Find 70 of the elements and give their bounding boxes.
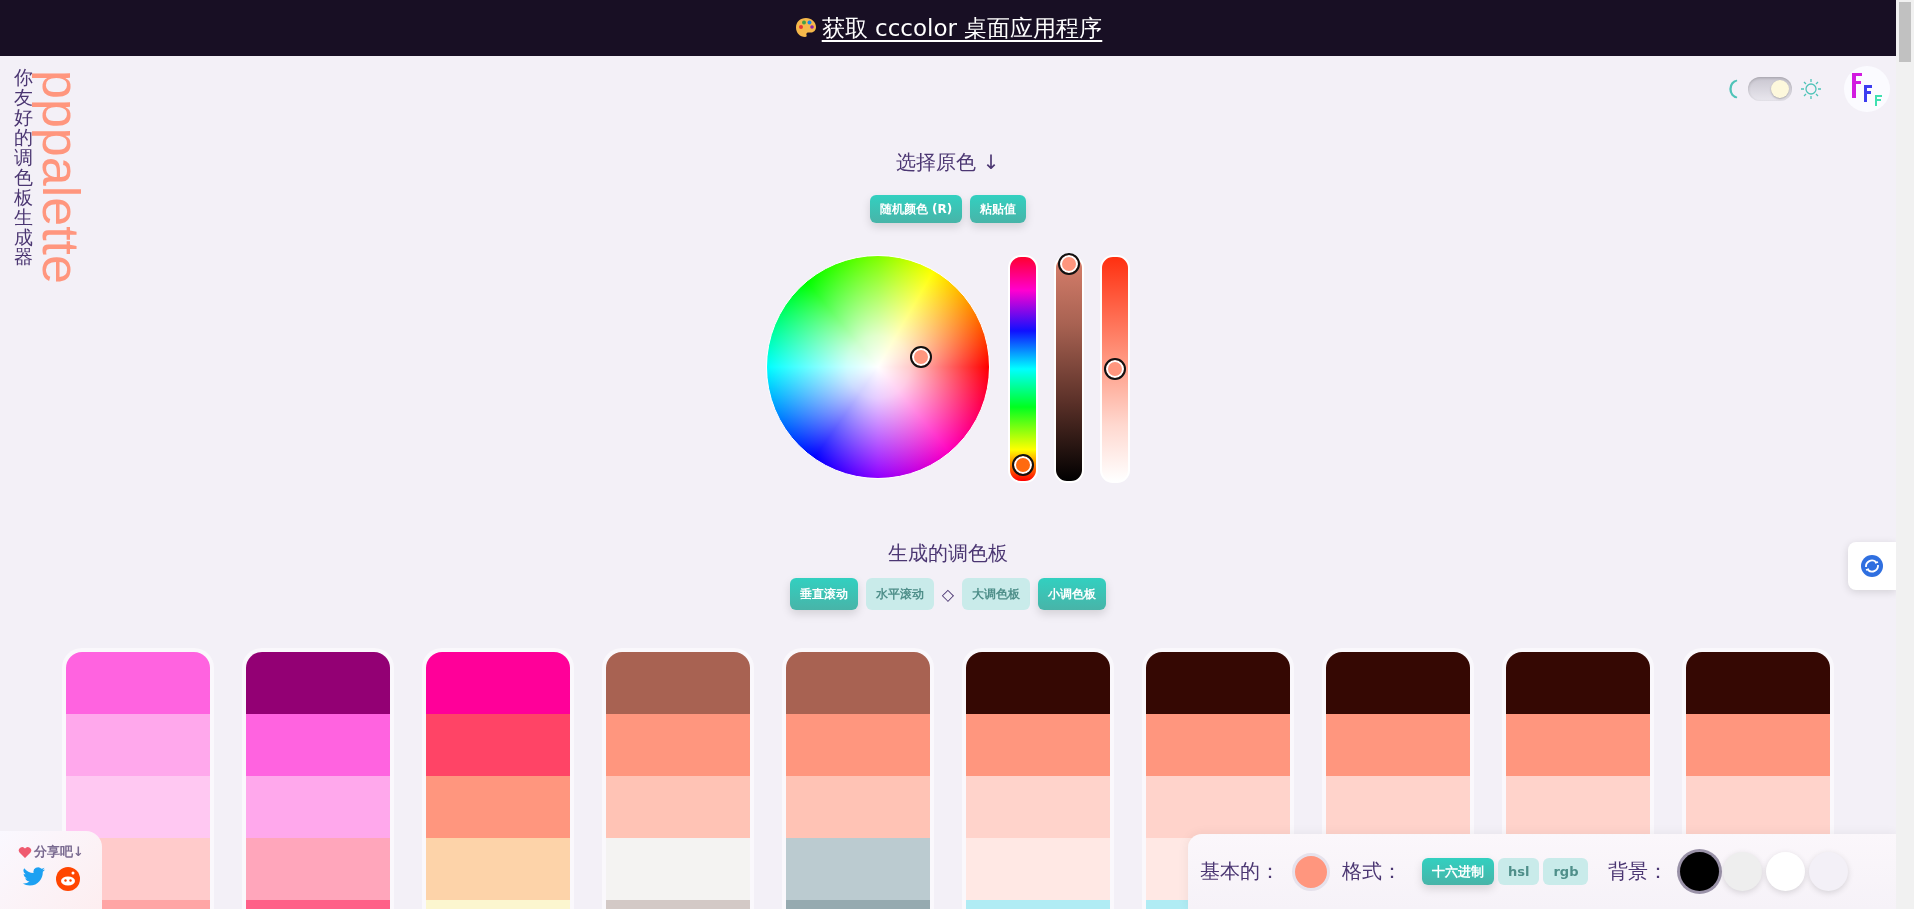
separator: ◇ xyxy=(941,584,955,604)
color-swatch[interactable] xyxy=(966,838,1110,900)
palette-icon xyxy=(793,16,818,40)
color-swatch[interactable] xyxy=(66,714,210,776)
scrollbar[interactable] xyxy=(1896,0,1914,909)
color-swatch[interactable] xyxy=(1686,652,1830,714)
color-swatch[interactable] xyxy=(786,838,930,900)
color-swatch[interactable] xyxy=(1146,652,1290,714)
format-button[interactable]: hsl xyxy=(1498,858,1540,885)
color-swatch[interactable] xyxy=(1506,652,1650,714)
color-swatch[interactable] xyxy=(1146,714,1290,776)
format-label: 格式： xyxy=(1342,858,1402,885)
color-swatch[interactable] xyxy=(606,714,750,776)
color-swatch[interactable] xyxy=(1686,714,1830,776)
theme-toggle[interactable] xyxy=(1748,77,1792,101)
color-swatch[interactable] xyxy=(966,714,1110,776)
color-slider[interactable] xyxy=(1008,255,1038,483)
action-button[interactable]: 随机颜色 (R) xyxy=(869,195,963,223)
palette-heading: 生成的调色板 xyxy=(888,541,1008,565)
color-swatch[interactable] xyxy=(1326,714,1470,776)
alien-head-icon[interactable] xyxy=(56,867,80,891)
color-swatch[interactable] xyxy=(426,776,570,838)
background-label: 背景： xyxy=(1608,858,1669,885)
share-label: 分享吧↓ xyxy=(34,843,84,861)
color-swatch[interactable] xyxy=(66,652,210,714)
slider-thumb[interactable] xyxy=(1012,454,1034,477)
moon-icon xyxy=(1726,79,1740,99)
color-swatch[interactable] xyxy=(786,714,930,776)
color-swatch[interactable] xyxy=(1326,652,1470,714)
color-swatch[interactable] xyxy=(966,776,1110,838)
heart-icon xyxy=(18,845,33,859)
color-swatch[interactable] xyxy=(246,838,390,900)
logo-icon[interactable] xyxy=(1844,66,1890,112)
color-swatch[interactable] xyxy=(966,652,1110,714)
palette-size-button[interactable]: 大调色板 xyxy=(962,578,1031,610)
color-swatch[interactable] xyxy=(426,652,570,714)
color-swatch[interactable] xyxy=(426,838,570,900)
color-slider[interactable] xyxy=(1054,255,1084,483)
format-button[interactable]: rgb xyxy=(1543,858,1589,885)
color-swatch[interactable] xyxy=(606,776,750,838)
bird-icon[interactable] xyxy=(22,867,46,887)
color-swatch[interactable] xyxy=(786,652,930,714)
scroll-mode-button[interactable]: 水平滚动 xyxy=(865,578,934,610)
scroll-mode-button[interactable]: 垂直滚动 xyxy=(789,578,858,610)
base-color-swatch[interactable] xyxy=(1292,852,1330,891)
color-swatch[interactable] xyxy=(426,714,570,776)
color-swatch[interactable] xyxy=(1506,714,1650,776)
action-button[interactable]: 粘贴值 xyxy=(970,195,1027,223)
wheel-handle[interactable] xyxy=(910,346,932,368)
sun-icon xyxy=(1800,78,1822,100)
color-swatch[interactable] xyxy=(246,652,390,714)
download-link[interactable]: 获取 cccolor 桌面应用程序 xyxy=(821,12,1103,44)
slider-thumb[interactable] xyxy=(1104,358,1126,380)
palette-size-button[interactable]: 小调色板 xyxy=(1038,578,1107,610)
circular-arrows-icon xyxy=(1860,554,1884,578)
background-option[interactable] xyxy=(1680,852,1720,891)
tagline: 你友好的调色板生成器 xyxy=(14,68,33,268)
side-button[interactable] xyxy=(1848,542,1896,590)
color-swatch[interactable] xyxy=(246,776,390,838)
color-swatch[interactable] xyxy=(1146,776,1290,838)
picker-heading: 选择原色 ↓ xyxy=(896,150,1000,174)
base-label: 基本的： xyxy=(1200,858,1280,885)
color-slider[interactable] xyxy=(1100,255,1130,483)
format-button[interactable]: 十六进制 xyxy=(1422,858,1494,885)
color-swatch[interactable] xyxy=(246,714,390,776)
color-swatch[interactable] xyxy=(606,652,750,714)
color-swatch[interactable] xyxy=(786,776,930,838)
color-swatch[interactable] xyxy=(66,776,210,838)
color-swatch[interactable] xyxy=(606,838,750,900)
slider-thumb[interactable] xyxy=(1058,252,1080,275)
